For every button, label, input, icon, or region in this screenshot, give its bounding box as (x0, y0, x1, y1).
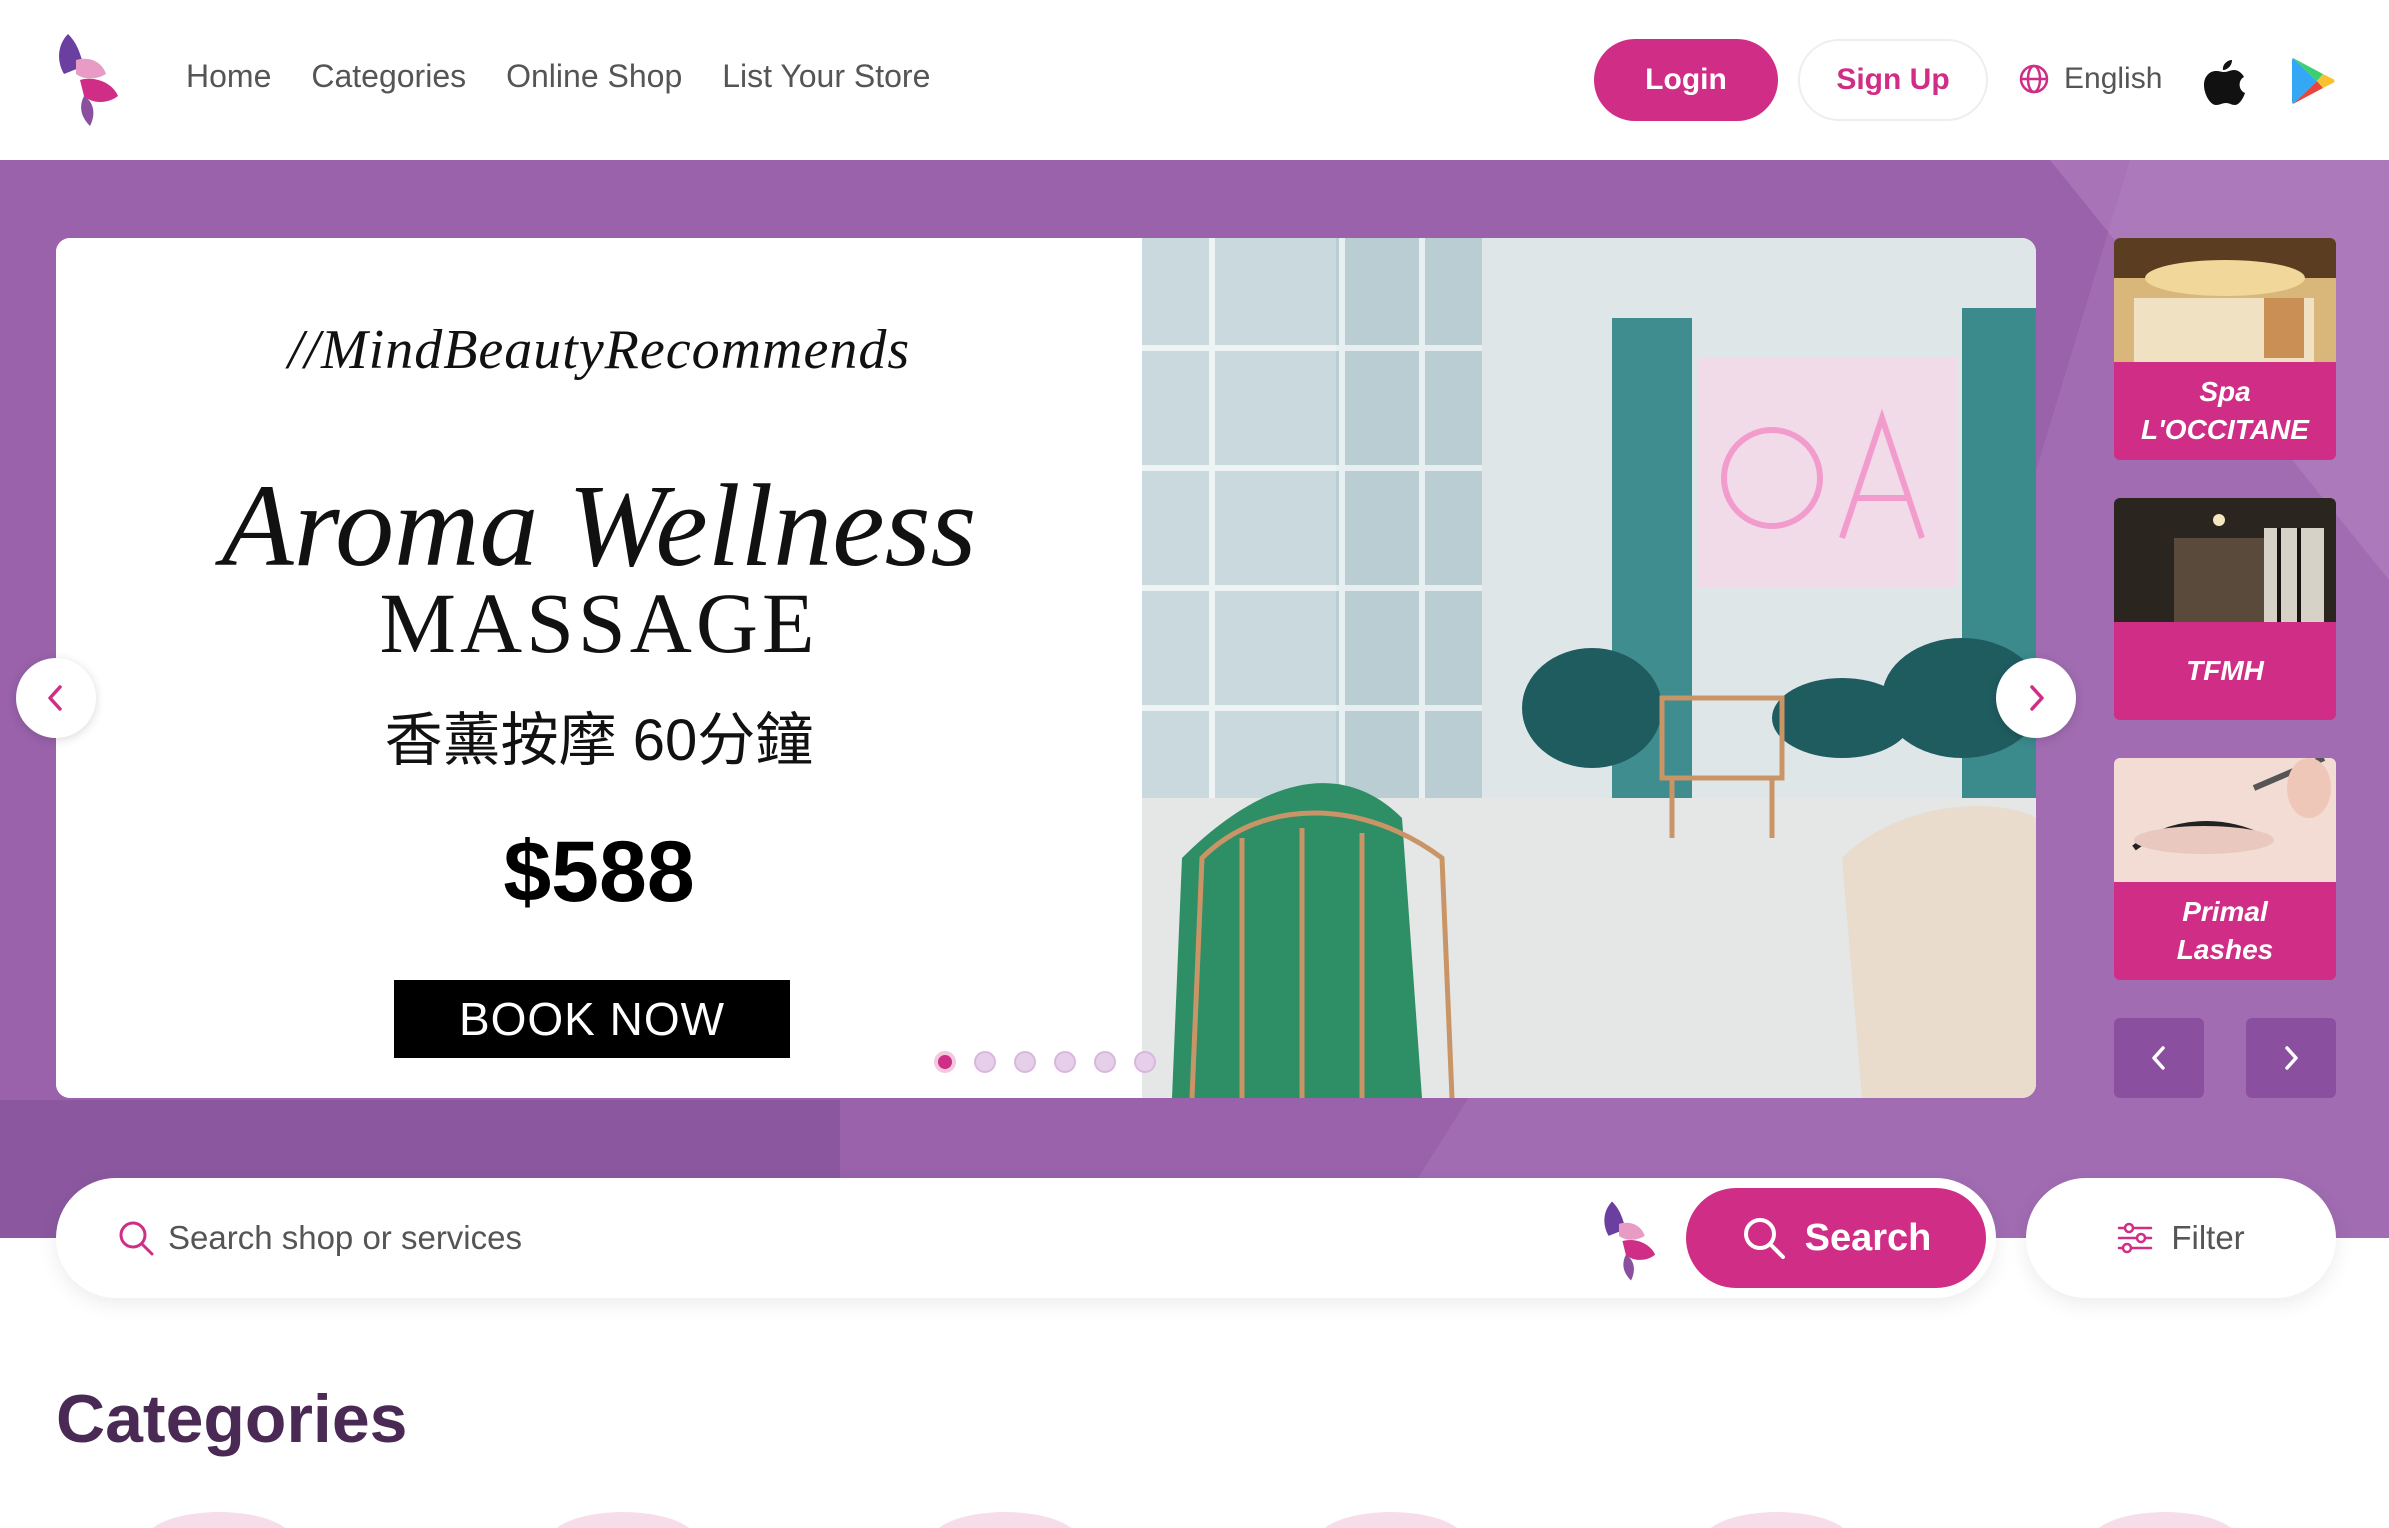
signup-button[interactable]: Sign Up (1798, 39, 1988, 121)
brand-logo[interactable] (50, 30, 130, 130)
carousel-dot-4[interactable] (1054, 1051, 1076, 1073)
brand-logo (1604, 1201, 1656, 1281)
category-item[interactable] (144, 1512, 294, 1528)
spa-interior-photo (1142, 238, 2036, 1098)
carousel-dot-6[interactable] (1134, 1051, 1156, 1073)
globe-icon (2019, 64, 2049, 94)
promo-banner[interactable]: //MindBeautyRecommends Aroma Wellness MA… (56, 238, 2036, 1098)
chevron-right-icon (2285, 1046, 2298, 1070)
category-item[interactable] (2090, 1512, 2240, 1528)
category-item[interactable] (1316, 1512, 1466, 1528)
filter-button[interactable]: Filter (2026, 1178, 2336, 1298)
top-navigation: Home Categories Online Shop List Your St… (0, 0, 2389, 160)
shop-photo (2114, 498, 2336, 622)
sliders-icon (2118, 1222, 2153, 1254)
nav-home[interactable]: Home (186, 58, 271, 95)
search-icon (119, 1221, 154, 1256)
featured-shop-name: TFMH (2114, 622, 2336, 720)
nav-list-your-store[interactable]: List Your Store (722, 58, 930, 95)
featured-shop-card[interactable]: TFMH (2114, 498, 2336, 720)
search-button[interactable]: Search (1686, 1188, 1986, 1288)
category-item[interactable] (1702, 1512, 1852, 1528)
main-menu: Home Categories Online Shop List Your St… (186, 58, 930, 95)
shop-photo (2114, 238, 2336, 362)
promo-chinese-title: 香薰按摩 60分鐘 (384, 708, 814, 773)
promo-subtitle: MASSAGE (379, 575, 819, 671)
category-item[interactable] (548, 1512, 698, 1528)
banner-next-button[interactable] (1996, 658, 2076, 738)
promo-price: $588 (503, 824, 695, 920)
language-selector[interactable]: English (2018, 62, 2162, 96)
login-button[interactable]: Login (1594, 39, 1778, 121)
thumbnails-next-button[interactable] (2246, 1018, 2336, 1098)
featured-shop-name: Primal Lashes (2114, 882, 2336, 980)
shop-photo (2114, 758, 2336, 882)
chevron-right-icon (2030, 685, 2044, 711)
promo-text-panel: //MindBeautyRecommends Aroma Wellness MA… (56, 238, 1142, 1098)
carousel-dot-5[interactable] (1094, 1051, 1116, 1073)
featured-shop-name: Spa L'OCCITANE (2114, 362, 2336, 460)
category-item[interactable] (930, 1512, 1080, 1528)
featured-shop-card[interactable]: Primal Lashes (2114, 758, 2336, 980)
carousel-dot-2[interactable] (974, 1051, 996, 1073)
chevron-left-icon (2152, 1046, 2165, 1070)
nav-categories[interactable]: Categories (311, 58, 466, 95)
nav-online-shop[interactable]: Online Shop (506, 58, 682, 95)
banner-prev-button[interactable] (16, 658, 96, 738)
search-icon (1743, 1218, 1785, 1259)
filter-label: Filter (2171, 1219, 2245, 1256)
promo-tagline: //MindBeautyRecommends (287, 319, 911, 381)
carousel-dot-3[interactable] (1014, 1051, 1036, 1073)
thumbnails-prev-button[interactable] (2114, 1018, 2204, 1098)
search-button-label: Search (1804, 1216, 1932, 1259)
language-label: English (2064, 62, 2163, 95)
carousel-dot-1[interactable] (934, 1051, 956, 1073)
apple-icon[interactable] (2202, 56, 2246, 106)
carousel-indicators (934, 1051, 1156, 1073)
book-now-button[interactable]: BOOK NOW (394, 980, 790, 1058)
chevron-left-icon (48, 685, 62, 711)
search-bar: Search (56, 1178, 1996, 1298)
search-input[interactable] (168, 1208, 1528, 1268)
featured-shop-card[interactable]: Spa L'OCCITANE (2114, 238, 2336, 460)
categories-heading: Categories (56, 1381, 408, 1457)
google-play-icon[interactable] (2290, 56, 2336, 106)
